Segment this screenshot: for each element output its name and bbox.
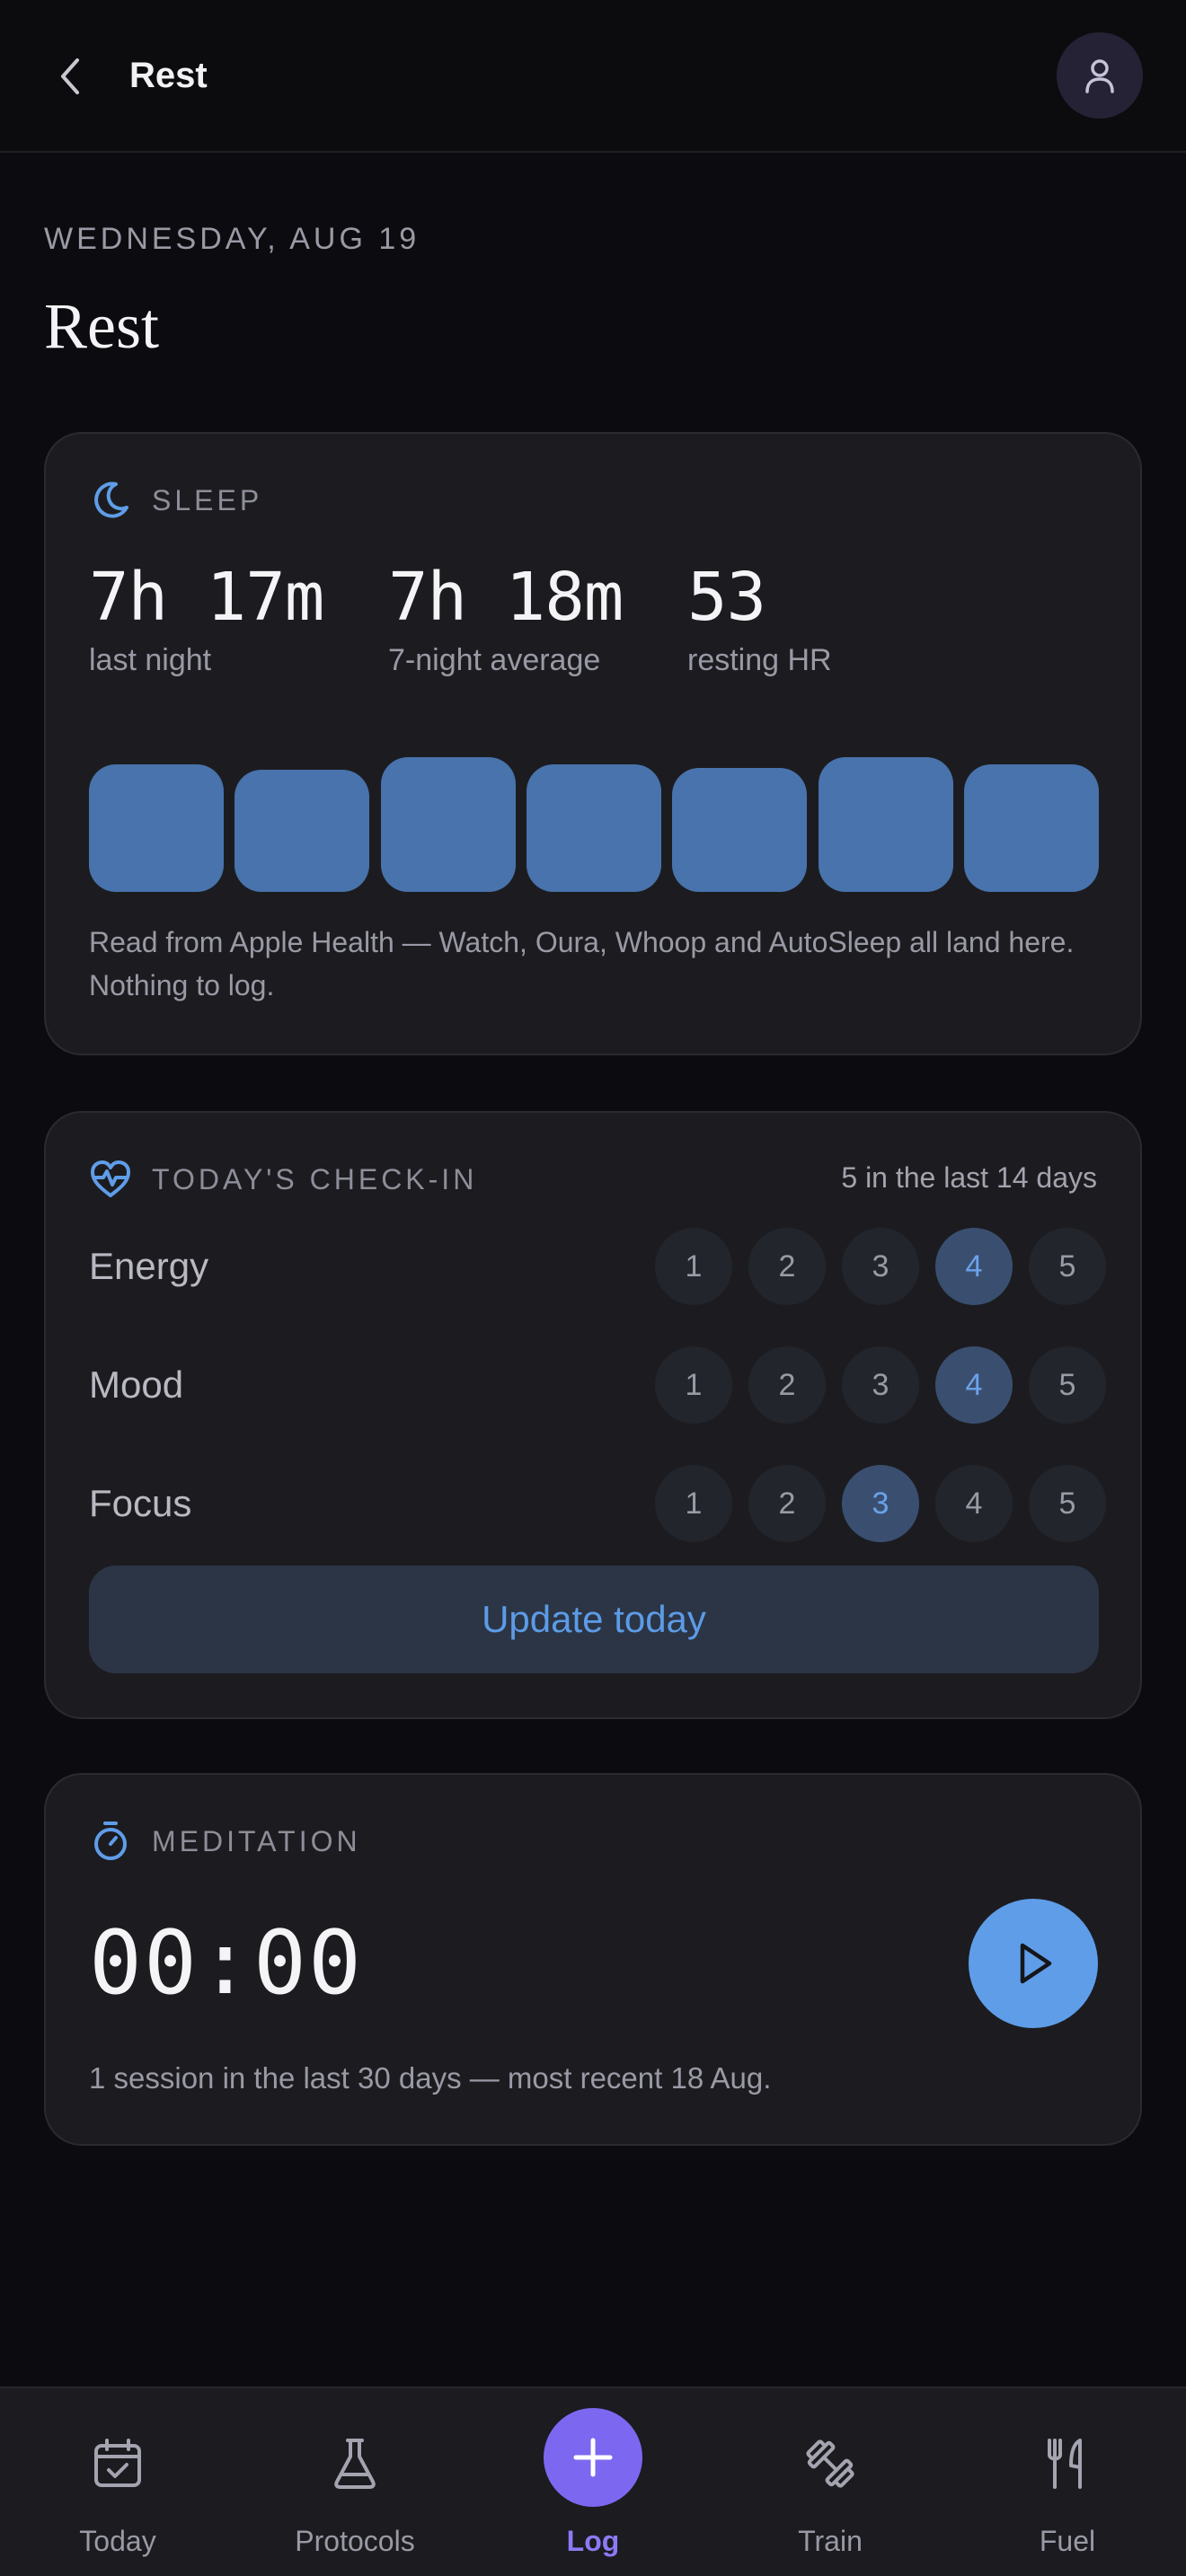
plus-icon xyxy=(573,2438,613,2477)
start-meditation-button[interactable] xyxy=(969,1899,1098,2028)
nav-protocols[interactable]: Protocols xyxy=(265,2388,445,2576)
sleep-night-bar xyxy=(89,763,224,892)
rating-option[interactable]: 5 xyxy=(1029,1228,1106,1305)
checkin-card: TODAY'S CHECK-IN 5 in the last 14 days E… xyxy=(44,1111,1142,1719)
mood-label: Mood xyxy=(89,1363,184,1406)
update-today-button[interactable]: Update today xyxy=(89,1566,1099,1673)
sleep-week-chart xyxy=(89,757,1099,892)
calendar-check-icon xyxy=(89,2435,146,2492)
dumbbell-icon xyxy=(801,2435,859,2492)
stat-caption: last night xyxy=(89,643,212,677)
log-button[interactable] xyxy=(544,2408,642,2507)
meditation-label: MEDITATION xyxy=(152,1824,361,1857)
meditation-card: MEDITATION 00:00 1 session in the last 3… xyxy=(44,1773,1142,2146)
stat-resting-hr: 53 resting HR xyxy=(687,560,832,680)
stat-value: 7h 18m xyxy=(388,559,624,636)
nav-fuel-label: Fuel xyxy=(1039,2525,1096,2557)
meditation-timer: 00:00 xyxy=(89,1912,364,2015)
checkin-label: TODAY'S CHECK-IN xyxy=(152,1162,478,1195)
stat-value: 7h 17m xyxy=(89,559,324,636)
nav-log[interactable]: Log xyxy=(503,2388,683,2576)
sleep-card: SLEEP 7h 17m last night 7h 18m 7-night a… xyxy=(44,432,1142,1055)
focus-rating: 12345 xyxy=(655,1465,1106,1542)
profile-button[interactable] xyxy=(1057,32,1143,119)
heart-pulse-icon xyxy=(91,1160,130,1197)
user-icon xyxy=(1085,59,1114,93)
nav-today-label: Today xyxy=(79,2525,156,2557)
energy-label: Energy xyxy=(89,1245,209,1287)
stopwatch-icon xyxy=(94,1822,127,1860)
flask-icon xyxy=(326,2435,384,2492)
rating-option[interactable]: 3 xyxy=(842,1346,919,1424)
rating-option[interactable]: 1 xyxy=(655,1228,732,1305)
nav-train-label: Train xyxy=(798,2525,863,2557)
page-title: Rest xyxy=(44,290,160,362)
rating-option[interactable]: 4 xyxy=(935,1228,1013,1305)
sleep-card-header: SLEEP xyxy=(89,479,262,522)
nav-today[interactable]: Today xyxy=(28,2388,208,2576)
nav-train[interactable]: Train xyxy=(740,2388,920,2576)
meditation-card-header: MEDITATION xyxy=(89,1820,361,1863)
checkin-count: 5 in the last 14 days xyxy=(841,1161,1097,1194)
rating-option[interactable]: 3 xyxy=(842,1465,919,1542)
sleep-night-bar xyxy=(964,763,1099,892)
checkin-card-header: TODAY'S CHECK-IN xyxy=(89,1158,477,1201)
stat-7-night-average: 7h 18m 7-night average xyxy=(388,559,624,680)
rating-option[interactable]: 3 xyxy=(842,1228,919,1305)
stat-caption: 7-night average xyxy=(388,643,601,677)
rating-option[interactable]: 1 xyxy=(655,1346,732,1424)
chevron-left-icon xyxy=(61,58,79,94)
moon-icon xyxy=(94,481,128,518)
rating-option[interactable]: 2 xyxy=(748,1346,826,1424)
nav-protocols-label: Protocols xyxy=(295,2525,415,2557)
sleep-night-bar xyxy=(527,763,661,892)
date-label: WEDNESDAY, AUG 19 xyxy=(44,222,420,256)
rating-option[interactable]: 5 xyxy=(1029,1346,1106,1424)
rating-option[interactable]: 4 xyxy=(935,1465,1013,1542)
focus-label: Focus xyxy=(89,1482,192,1524)
stat-caption: resting HR xyxy=(687,643,832,677)
header-title: Rest xyxy=(129,56,208,95)
sleep-night-bar xyxy=(235,769,370,892)
top-bar: Rest xyxy=(0,0,1186,153)
stat-last-night: 7h 17m last night xyxy=(89,559,324,680)
rating-option[interactable]: 2 xyxy=(748,1228,826,1305)
rating-option[interactable]: 1 xyxy=(655,1465,732,1542)
stat-value: 53 xyxy=(687,559,766,636)
bottom-nav: Today Protocols Log Train Fuel xyxy=(0,2386,1186,2576)
nav-log-label: Log xyxy=(566,2525,620,2557)
rating-option[interactable]: 4 xyxy=(935,1346,1013,1424)
meditation-note: 1 session in the last 30 days — most rec… xyxy=(89,2061,772,2095)
sleep-source-note: Read from Apple Health — Watch, Oura, Wh… xyxy=(89,926,1075,1001)
rating-option[interactable]: 5 xyxy=(1029,1465,1106,1542)
mood-rating: 12345 xyxy=(655,1346,1106,1424)
sleep-night-bar xyxy=(380,757,516,892)
utensils-icon xyxy=(1039,2435,1096,2492)
sleep-night-bar xyxy=(672,768,808,892)
sleep-label: SLEEP xyxy=(152,483,263,516)
energy-rating: 12345 xyxy=(655,1228,1106,1305)
rest-screen: Rest WEDNESDAY, AUG 19 Rest SLEEP 7h 17m… xyxy=(0,0,1186,2576)
sleep-night-bar xyxy=(818,757,953,892)
back-button[interactable] xyxy=(52,56,88,97)
play-icon xyxy=(1020,1943,1052,1984)
rating-option[interactable]: 2 xyxy=(748,1465,826,1542)
nav-fuel[interactable]: Fuel xyxy=(978,2388,1157,2576)
